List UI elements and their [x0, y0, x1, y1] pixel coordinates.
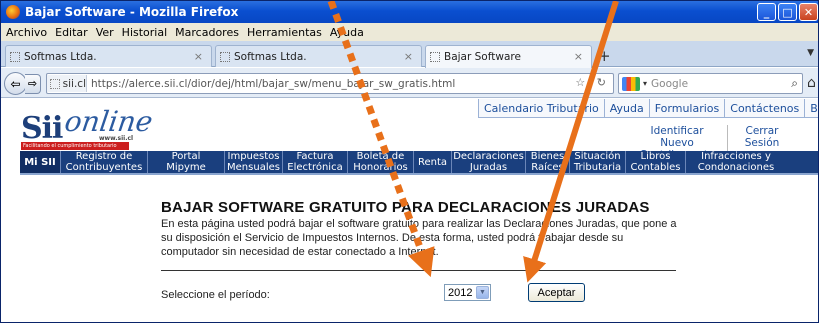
tab-softmas-1[interactable]: Softmas Ltda. × — [5, 45, 212, 67]
nav-infracciones-condonaciones[interactable]: Infracciones y Condonaciones — [686, 151, 786, 173]
minimize-icon[interactable]: _ — [757, 3, 776, 21]
window-controls: _ □ ✕ — [757, 3, 818, 21]
nav-factura-electronica[interactable]: Factura Electrónica — [283, 151, 348, 173]
nav-bienes-raices[interactable]: Bienes Raíces — [526, 151, 570, 173]
nav-arrows: ⇦ ⇨ — [4, 72, 41, 95]
bookmark-star-icon[interactable]: ☆ — [575, 76, 588, 89]
back-icon[interactable]: ⇦ — [4, 72, 27, 95]
sii-online-logo[interactable]: Sii online www.sii.cl Facilitando el cum… — [21, 105, 155, 151]
page-icon — [220, 51, 230, 62]
tab-close-icon[interactable]: × — [574, 50, 583, 63]
home-icon[interactable]: ⌂ — [807, 75, 816, 91]
link-formularios[interactable]: Formularios — [648, 99, 725, 118]
main-nav: Mi SII Registro de Contribuyentes Portal… — [20, 151, 818, 175]
maximize-icon[interactable]: □ — [778, 3, 797, 21]
link-ayuda[interactable]: Ayuda — [603, 99, 649, 118]
site-label: sii.cl — [62, 77, 86, 90]
tab-label: Softmas Ltda. — [24, 50, 97, 63]
google-icon[interactable] — [622, 76, 640, 91]
page-icon — [10, 51, 20, 62]
browser-window: Bajar Software - Mozilla Firefox _ □ ✕ A… — [0, 0, 819, 323]
page-content: Sii online www.sii.cl Facilitando el cum… — [1, 99, 818, 322]
nav-libros-contables[interactable]: Libros Contables — [626, 151, 686, 173]
nav-mi-sii[interactable]: Mi SII — [20, 151, 61, 173]
menu-archivo[interactable]: Archivo — [4, 26, 53, 39]
search-bar[interactable]: ▾ Google ⌕ — [618, 73, 803, 94]
nav-portal-mipyme[interactable]: Portal Mipyme — [148, 151, 225, 173]
window-title: Bajar Software - Mozilla Firefox — [25, 5, 239, 19]
page-title: BAJAR SOFTWARE GRATUITO PARA DECLARACION… — [161, 199, 650, 216]
search-engine-chevron-icon[interactable]: ▾ — [643, 79, 647, 88]
period-label: Seleccione el período: — [161, 289, 270, 301]
new-tab-icon[interactable]: + — [598, 47, 611, 65]
page-icon — [430, 52, 440, 62]
period-select[interactable]: 2012 ▼ — [444, 284, 491, 301]
url-actions: ☆▿↻ — [575, 76, 609, 89]
link-buscar[interactable]: Buscar — [804, 99, 818, 118]
title-bar: Bajar Software - Mozilla Firefox _ □ ✕ — [1, 1, 818, 23]
accept-button[interactable]: Aceptar — [528, 283, 585, 302]
menu-bar: Archivo Editar Ver Historial Marcadores … — [1, 23, 818, 41]
logo-www-text: www.sii.cl — [99, 135, 134, 142]
nav-registro-contribuyentes[interactable]: Registro de Contribuyentes — [61, 151, 148, 173]
menu-herramientas[interactable]: Herramientas — [245, 26, 328, 39]
tab-label: Bajar Software — [444, 51, 521, 63]
tab-bajar-software[interactable]: Bajar Software × — [425, 45, 592, 68]
logo-sii-text: Sii — [21, 111, 63, 146]
menu-editar[interactable]: Editar — [53, 26, 94, 39]
tab-close-icon[interactable]: × — [404, 50, 413, 63]
close-icon[interactable]: ✕ — [799, 3, 818, 21]
menu-ayuda[interactable]: Ayuda — [328, 26, 370, 39]
nav-boleta-honorarios[interactable]: Boleta de Honorarios — [348, 151, 414, 173]
nav-renta[interactable]: Renta — [414, 151, 452, 173]
tab-bar: Softmas Ltda. × Softmas Ltda. × Bajar So… — [1, 41, 818, 68]
nav-situacion-tributaria[interactable]: Situación Tributaria — [570, 151, 626, 173]
link-contactenos[interactable]: Contáctenos — [724, 99, 805, 118]
search-input[interactable]: Google — [651, 78, 688, 90]
tab-close-icon[interactable]: × — [194, 50, 203, 63]
url-text[interactable]: https://alerce.sii.cl/dior/dej/html/baja… — [91, 78, 455, 90]
logo-slogan: Facilitando el cumplimiento tributario — [21, 142, 129, 150]
menu-historial[interactable]: Historial — [120, 26, 173, 39]
search-icon[interactable]: ⌕ — [791, 76, 798, 91]
reload-icon[interactable]: ↻ — [597, 76, 609, 89]
firefox-icon — [6, 5, 20, 19]
top-links: Calendario Tributario Ayuda Formularios … — [478, 99, 818, 118]
logo-online-text: online — [62, 105, 155, 138]
nav-declaraciones-juradas[interactable]: Declaraciones Juradas — [452, 151, 526, 173]
page-description: En esta página usted podrá bajar el soft… — [161, 218, 677, 258]
chevron-down-icon[interactable]: ▼ — [476, 286, 489, 299]
forward-icon[interactable]: ⇨ — [25, 73, 41, 94]
tab-list-chevron-down-icon[interactable]: ▼ — [807, 48, 814, 58]
divider — [161, 270, 676, 271]
link-calendario[interactable]: Calendario Tributario — [478, 99, 604, 118]
menu-marcadores[interactable]: Marcadores — [173, 26, 245, 39]
period-select-value: 2012 — [448, 286, 473, 299]
navigation-bar: ⇦ ⇨ sii.cl https://alerce.sii.cl/dior/de… — [1, 68, 818, 98]
nav-impuestos-mensuales[interactable]: Impuestos Mensuales — [225, 151, 283, 173]
dropdown-icon[interactable]: ▿ — [588, 76, 597, 89]
menu-ver[interactable]: Ver — [94, 26, 120, 39]
tab-label: Softmas Ltda. — [234, 50, 307, 63]
tab-softmas-2[interactable]: Softmas Ltda. × — [215, 45, 422, 67]
site-identity[interactable]: sii.cl — [47, 75, 87, 92]
url-bar[interactable]: sii.cl https://alerce.sii.cl/dior/dej/ht… — [46, 73, 614, 94]
page-icon — [50, 78, 60, 89]
